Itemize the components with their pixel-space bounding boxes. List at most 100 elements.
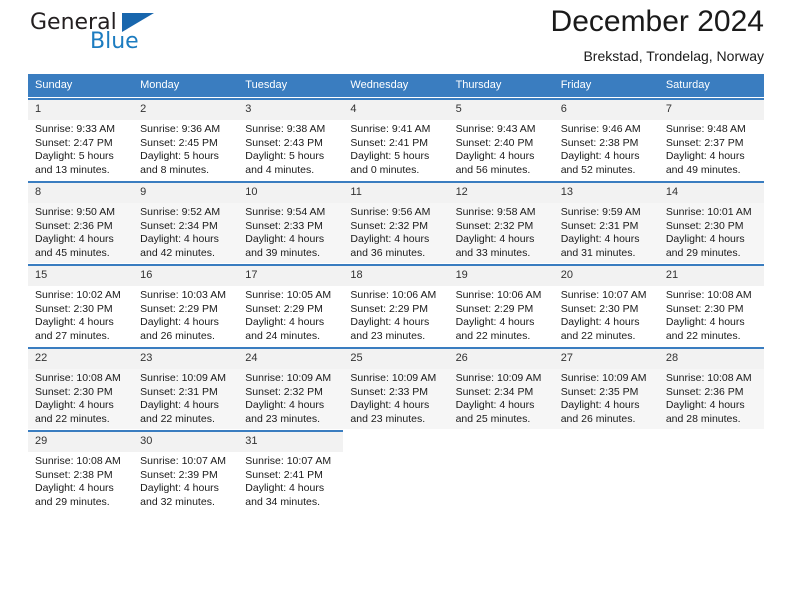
day-details: Sunrise: 10:08 AM Sunset: 2:38 PM Daylight…: [28, 452, 133, 509]
weekday-header-sunday: Sunday: [28, 74, 134, 98]
calendar-day[interactable]: 5 Sunrise: 9:43 AM Sunset: 2:40 PM Daylight…: [448, 98, 554, 180]
daylight-text-line1: Daylight: 4 hours: [560, 399, 640, 411]
brand-logo[interactable]: General Blue: [28, 10, 228, 66]
calendar-cell: 25 Sunrise: 10:09 AM Sunset: 2:33 PM Daylig…: [343, 346, 449, 430]
calendar-day[interactable]: 28 Sunrise: 10:08 AM Sunset: 2:36 PM Daylig…: [658, 347, 764, 429]
calendar-day[interactable]: 26 Sunrise: 10:09 AM Sunset: 2:34 PM Daylig…: [448, 347, 554, 429]
day-number: 11: [343, 181, 449, 203]
day-details: Sunrise: 9:50 AM Sunset: 2:36 PM Daylight:…: [28, 203, 133, 260]
calendar-cell: 3 Sunrise: 9:38 AM Sunset: 2:43 PM Daylight…: [238, 97, 344, 181]
calendar-cell: 22 Sunrise: 10:08 AM Sunset: 2:30 PM Daylig…: [28, 346, 134, 430]
sunrise-text: Sunrise: 10:08 AM: [665, 372, 752, 384]
day-number: 30: [133, 430, 239, 452]
calendar-day[interactable]: 19 Sunrise: 10:06 AM Sunset: 2:29 PM Daylig…: [448, 264, 554, 346]
calendar-day[interactable]: 12 Sunrise: 9:58 AM Sunset: 2:32 PM Dayligh…: [448, 181, 554, 263]
day-number: 23: [133, 347, 239, 369]
daylight-text-line2: and 0 minutes.: [350, 163, 420, 176]
daylight-text-line2: and 34 minutes.: [245, 495, 320, 508]
sunset-text: Sunset: 2:30 PM: [665, 302, 744, 315]
daylight-text-line2: and 31 minutes.: [560, 246, 636, 259]
calendar-week-row: 15 Sunrise: 10:02 AM Sunset: 2:30 PM Daylig…: [28, 263, 764, 347]
sunrise-text: Sunrise: 9:59 AM: [560, 206, 641, 218]
calendar-day[interactable]: 11 Sunrise: 9:56 AM Sunset: 2:32 PM Dayligh…: [343, 181, 449, 263]
sunset-text: Sunset: 2:30 PM: [560, 302, 639, 315]
calendar-day[interactable]: 2 Sunrise: 9:36 AM Sunset: 2:45 PM Daylight…: [133, 98, 239, 180]
sunset-text: Sunset: 2:43 PM: [245, 136, 323, 149]
calendar-day[interactable]: 27 Sunrise: 10:09 AM Sunset: 2:35 PM Daylig…: [553, 347, 659, 429]
calendar-day[interactable]: 16 Sunrise: 10:03 AM Sunset: 2:29 PM Daylig…: [133, 264, 239, 346]
day-number: [343, 430, 448, 450]
calendar-day[interactable]: 31 Sunrise: 10:07 AM Sunset: 2:41 PM Daylig…: [238, 430, 344, 512]
sunset-text: Sunset: 2:29 PM: [350, 302, 429, 315]
calendar-header-row: Sunday Monday Tuesday Wednesday Thursday…: [28, 74, 764, 98]
calendar-cell: 13 Sunrise: 9:59 AM Sunset: 2:31 PM Dayligh…: [553, 180, 659, 264]
calendar-day[interactable]: 9 Sunrise: 9:52 AM Sunset: 2:34 PM Daylight…: [133, 181, 239, 263]
calendar-cell: 9 Sunrise: 9:52 AM Sunset: 2:34 PM Daylight…: [133, 180, 239, 264]
day-details: Sunrise: 10:09 AM Sunset: 2:35 PM Daylight…: [554, 369, 659, 426]
calendar-week-row: 22 Sunrise: 10:08 AM Sunset: 2:30 PM Daylig…: [28, 346, 764, 430]
calendar-cell: 23 Sunrise: 10:09 AM Sunset: 2:31 PM Daylig…: [133, 346, 239, 430]
day-details: Sunrise: 9:52 AM Sunset: 2:34 PM Daylight:…: [133, 203, 238, 260]
daylight-text-line2: and 27 minutes.: [35, 329, 110, 342]
calendar-day[interactable]: 3 Sunrise: 9:38 AM Sunset: 2:43 PM Daylight…: [238, 98, 344, 180]
day-details: Sunrise: 10:03 AM Sunset: 2:29 PM Daylight…: [133, 286, 238, 343]
day-number: 3: [238, 98, 344, 120]
calendar-day[interactable]: 21 Sunrise: 10:08 AM Sunset: 2:30 PM Daylig…: [658, 264, 764, 346]
calendar-cell: 29 Sunrise: 10:08 AM Sunset: 2:38 PM Daylig…: [28, 429, 134, 512]
calendar-day[interactable]: 1 Sunrise: 9:33 AM Sunset: 2:47 PM Daylight…: [28, 98, 134, 180]
daylight-text-line1: Daylight: 4 hours: [560, 150, 640, 162]
sunset-text: Sunset: 2:29 PM: [455, 302, 534, 315]
day-number: 6: [553, 98, 659, 120]
sunset-text: Sunset: 2:32 PM: [350, 219, 429, 232]
calendar-day[interactable]: 18 Sunrise: 10:06 AM Sunset: 2:29 PM Daylig…: [343, 264, 449, 346]
calendar-day[interactable]: 14 Sunrise: 10:01 AM Sunset: 2:30 PM Daylig…: [658, 181, 764, 263]
daylight-text-line2: and 49 minutes.: [665, 163, 741, 176]
calendar-day[interactable]: 23 Sunrise: 10:09 AM Sunset: 2:31 PM Daylig…: [133, 347, 239, 429]
daylight-text-line1: Daylight: 4 hours: [455, 150, 535, 162]
sunrise-text: Sunrise: 10:07 AM: [245, 455, 332, 467]
day-details: Sunrise: 9:59 AM Sunset: 2:31 PM Daylight:…: [554, 203, 659, 260]
sunrise-text: Sunrise: 10:09 AM: [560, 372, 647, 384]
daylight-text-line1: Daylight: 4 hours: [350, 399, 430, 411]
calendar-day[interactable]: 24 Sunrise: 10:09 AM Sunset: 2:32 PM Daylig…: [238, 347, 344, 429]
calendar-day[interactable]: 4 Sunrise: 9:41 AM Sunset: 2:41 PM Daylight…: [343, 98, 449, 180]
sunset-text: Sunset: 2:36 PM: [35, 219, 113, 232]
calendar-day[interactable]: 29 Sunrise: 10:08 AM Sunset: 2:38 PM Daylig…: [28, 430, 134, 512]
day-details: Sunrise: 10:08 AM Sunset: 2:36 PM Daylight…: [659, 369, 764, 426]
calendar-day[interactable]: 25 Sunrise: 10:09 AM Sunset: 2:33 PM Daylig…: [343, 347, 449, 429]
calendar-day[interactable]: 20 Sunrise: 10:07 AM Sunset: 2:30 PM Daylig…: [553, 264, 659, 346]
calendar-day[interactable]: 6 Sunrise: 9:46 AM Sunset: 2:38 PM Daylight…: [553, 98, 659, 180]
sunrise-text: Sunrise: 10:09 AM: [455, 372, 542, 384]
day-details: Sunrise: 9:54 AM Sunset: 2:33 PM Daylight:…: [238, 203, 343, 260]
calendar-day[interactable]: 22 Sunrise: 10:08 AM Sunset: 2:30 PM Daylig…: [28, 347, 134, 429]
calendar-day[interactable]: 30 Sunrise: 10:07 AM Sunset: 2:39 PM Daylig…: [133, 430, 239, 512]
daylight-text-line1: Daylight: 4 hours: [140, 399, 219, 411]
calendar-cell: 27 Sunrise: 10:09 AM Sunset: 2:35 PM Daylig…: [553, 346, 659, 430]
daylight-text-line2: and 26 minutes.: [140, 329, 215, 342]
calendar-day[interactable]: 13 Sunrise: 9:59 AM Sunset: 2:31 PM Dayligh…: [553, 181, 659, 263]
day-number: 2: [133, 98, 239, 120]
daylight-text-line2: and 23 minutes.: [350, 329, 426, 342]
calendar-day[interactable]: 8 Sunrise: 9:50 AM Sunset: 2:36 PM Daylight…: [28, 181, 134, 263]
calendar-day[interactable]: 7 Sunrise: 9:48 AM Sunset: 2:37 PM Daylight…: [658, 98, 764, 180]
sunset-text: Sunset: 2:31 PM: [140, 385, 218, 398]
calendar-day[interactable]: 17 Sunrise: 10:05 AM Sunset: 2:29 PM Daylig…: [238, 264, 344, 346]
day-number: 14: [658, 181, 764, 203]
calendar-day[interactable]: 15 Sunrise: 10:02 AM Sunset: 2:30 PM Daylig…: [28, 264, 134, 346]
daylight-text-line2: and 45 minutes.: [35, 246, 110, 259]
day-number: 28: [658, 347, 764, 369]
day-number: 8: [28, 181, 134, 203]
sunrise-text: Sunrise: 10:02 AM: [35, 289, 121, 301]
daylight-text-line1: Daylight: 4 hours: [455, 399, 535, 411]
day-number: 17: [238, 264, 344, 286]
calendar-day[interactable]: 10 Sunrise: 9:54 AM Sunset: 2:33 PM Dayligh…: [238, 181, 344, 263]
daylight-text-line1: Daylight: 4 hours: [35, 316, 114, 328]
daylight-text-line1: Daylight: 5 hours: [35, 150, 114, 162]
daylight-text-line1: Daylight: 4 hours: [665, 316, 745, 328]
sunrise-text: Sunrise: 9:52 AM: [140, 206, 221, 218]
daylight-text-line1: Daylight: 4 hours: [245, 482, 325, 494]
daylight-text-line1: Daylight: 4 hours: [455, 316, 535, 328]
calendar-cell: [343, 429, 449, 512]
day-number: [659, 430, 764, 450]
sunrise-text: Sunrise: 10:09 AM: [350, 372, 437, 384]
